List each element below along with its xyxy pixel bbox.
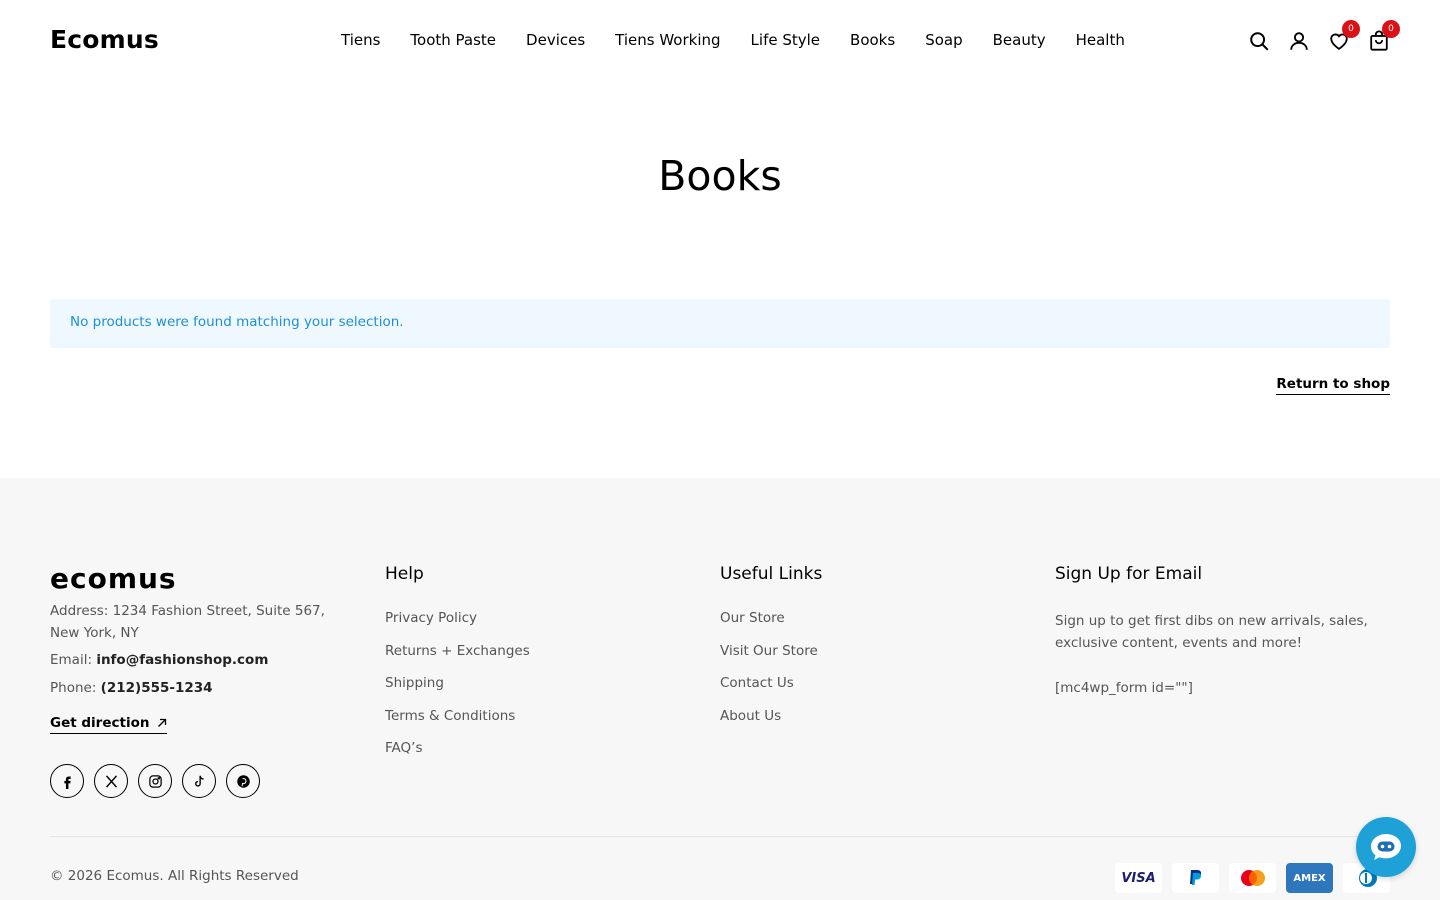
nav-item-tiens-working[interactable]: Tiens Working: [615, 31, 720, 49]
nav-item-health[interactable]: Health: [1076, 31, 1125, 49]
social-links: [50, 764, 260, 798]
no-products-notice: No products were found matching your sel…: [50, 299, 1390, 348]
wishlist-icon[interactable]: 0: [1328, 20, 1360, 52]
get-direction-label: Get direction: [50, 715, 150, 731]
terms-conditions-link[interactable]: Terms & Conditions: [385, 708, 530, 741]
get-direction-link[interactable]: Get direction: [50, 715, 168, 734]
contact-us-link[interactable]: Contact Us: [720, 675, 818, 708]
nav-item-tiens[interactable]: Tiens: [341, 31, 380, 49]
site-logo[interactable]: Ecomus: [50, 25, 159, 54]
footer-address: Address: 1234 Fashion Street, Suite 567,…: [50, 603, 325, 641]
chat-bot-button[interactable]: [1356, 817, 1416, 877]
tiktok-icon[interactable]: [182, 764, 216, 798]
site-footer: ecomus Address: 1234 Fashion Street, Sui…: [0, 478, 1440, 900]
help-links: Privacy Policy Returns + Exchanges Shipp…: [385, 610, 530, 773]
return-to-shop-link[interactable]: Return to shop: [1276, 376, 1390, 395]
signup-form-shortcode: [mc4wp_form id=""]: [1055, 680, 1193, 696]
footer-phone: Phone: (212)555-1234: [50, 677, 213, 699]
privacy-policy-link[interactable]: Privacy Policy: [385, 610, 530, 643]
nav-item-books[interactable]: Books: [850, 31, 895, 49]
copyright: © 2026 Ecomus. All Rights Reserved: [50, 868, 299, 884]
page-title: Books: [658, 152, 782, 200]
footer-email: Email: info@fashionshop.com: [50, 649, 268, 671]
nav-item-soap[interactable]: Soap: [925, 31, 962, 49]
arrow-up-right-icon: [158, 718, 167, 727]
signup-heading: Sign Up for Email: [1055, 564, 1203, 584]
returns-exchanges-link[interactable]: Returns + Exchanges: [385, 643, 530, 676]
mastercard-icon: [1229, 863, 1276, 893]
signup-description: Sign up to get first dibs on new arrival…: [1055, 613, 1368, 651]
main-nav: Tiens Tooth Paste Devices Tiens Working …: [326, 31, 1140, 49]
amex-icon: AMEX: [1286, 863, 1333, 893]
cart-count-badge: 0: [1382, 20, 1400, 38]
footer-logo[interactable]: ecomus: [50, 562, 177, 595]
cart-icon[interactable]: 0: [1368, 20, 1400, 52]
faq-link[interactable]: FAQ’s: [385, 740, 530, 773]
useful-links: Our Store Visit Our Store Contact Us Abo…: [720, 610, 818, 740]
site-header: Ecomus Tiens Tooth Paste Devices Tiens W…: [0, 0, 1440, 84]
nav-item-tooth-paste[interactable]: Tooth Paste: [410, 31, 496, 49]
visa-icon: VISA: [1115, 863, 1162, 893]
pinterest-icon[interactable]: [226, 764, 260, 798]
nav-item-devices[interactable]: Devices: [526, 31, 585, 49]
instagram-icon[interactable]: [138, 764, 172, 798]
wishlist-count-badge: 0: [1342, 20, 1360, 38]
payment-methods: VISA AMEX: [1115, 863, 1390, 893]
nav-item-life-style[interactable]: Life Style: [751, 31, 820, 49]
footer-divider: [50, 836, 1390, 837]
search-icon[interactable]: [1248, 30, 1270, 52]
shipping-link[interactable]: Shipping: [385, 675, 530, 708]
paypal-icon: [1172, 863, 1219, 893]
x-icon[interactable]: [94, 764, 128, 798]
email-value[interactable]: info@fashionshop.com: [96, 652, 268, 668]
nav-item-beauty[interactable]: Beauty: [993, 31, 1046, 49]
facebook-icon[interactable]: [50, 764, 84, 798]
about-us-link[interactable]: About Us: [720, 708, 818, 741]
email-label: Email:: [50, 652, 93, 668]
useful-links-heading: Useful Links: [720, 564, 823, 584]
phone-label: Phone:: [50, 680, 97, 696]
header-actions: 0 0: [1248, 20, 1400, 52]
help-heading: Help: [385, 564, 424, 584]
phone-value[interactable]: (212)555-1234: [101, 680, 213, 696]
our-store-link[interactable]: Our Store: [720, 610, 818, 643]
chat-bot-icon: [1371, 834, 1401, 860]
account-icon[interactable]: [1288, 30, 1310, 52]
visit-our-store-link[interactable]: Visit Our Store: [720, 643, 818, 676]
